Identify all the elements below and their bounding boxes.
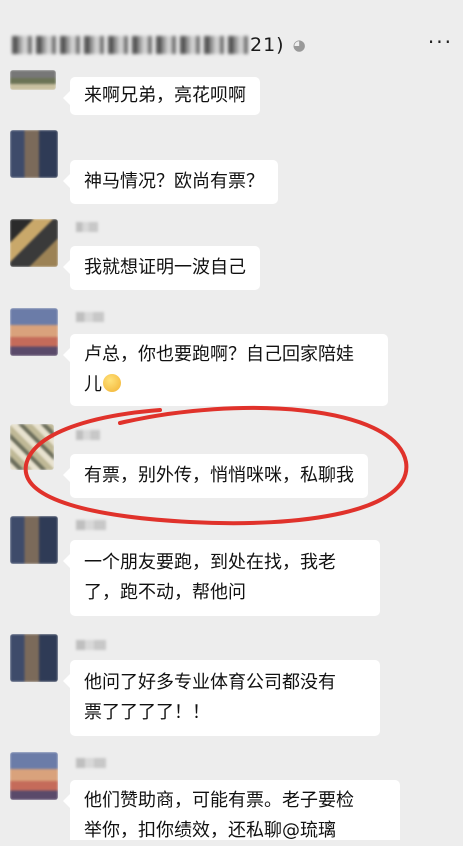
message-text: 卢总，你也要跑啊？自己回家陪娃 [84,344,354,365]
chat-header: 21) ◕ ··· [0,0,463,80]
sender-name [76,640,106,650]
earpiece-icon: ◕ [292,36,307,54]
sender-name [76,520,106,530]
message-bubble[interactable]: 来啊兄弟，亮花呗啊 [63,77,260,115]
message-text: 有票，别外传，悄悄咪咪，私聊我 [84,465,354,486]
message-text-line2: 了，跑不动，帮他问 [84,582,246,603]
message-bubble[interactable]: 有票，别外传，悄悄咪咪，私聊我 [63,454,368,498]
sender-name [76,758,106,768]
message-text: 来啊兄弟，亮花呗啊 [84,85,246,106]
message-bubble[interactable]: 他们赞助商，可能有票。老子要检 举你，扣你绩效，还私聊@琉璃 [63,780,400,841]
message-text: 我就想证明一波自己 [84,257,246,278]
blurred-group-name [12,36,248,54]
message-bubble[interactable]: 我就想证明一波自己 [63,246,260,290]
avatar[interactable] [10,219,58,267]
avatar[interactable] [10,424,54,470]
message-text: 一个朋友要跑，到处在找，我老 [84,552,336,573]
message-bubble[interactable]: 神马情况？欧尚有票？ [63,160,278,204]
message-text-line2: 儿 [84,374,102,395]
message-text: 神马情况？欧尚有票？ [84,171,264,192]
member-count: 21) [250,34,285,56]
message-bubble[interactable]: 他问了好多专业体育公司都没有 票了了了了！！ [63,660,380,736]
avatar[interactable] [10,308,58,356]
more-options-button[interactable]: ··· [428,30,453,54]
avatar[interactable] [10,752,58,800]
message-text-line2: 票了了了了！！ [84,702,210,723]
chat-title: 21) ◕ [12,34,307,56]
avatar[interactable] [10,130,58,178]
message-text: 他们赞助商，可能有票。老子要检 [84,790,354,811]
sender-name [76,312,104,322]
message-text-line2: 举你，扣你绩效，还私聊@琉璃 [84,820,336,841]
smile-emoji-icon [103,374,121,392]
message-bubble[interactable]: 一个朋友要跑，到处在找，我老 了，跑不动，帮他问 [63,540,380,616]
avatar[interactable] [10,516,58,564]
message-text: 他问了好多专业体育公司都没有 [84,672,336,693]
avatar[interactable] [10,634,58,682]
avatar[interactable] [10,70,56,90]
sender-name [76,430,100,440]
message-bubble[interactable]: 卢总，你也要跑啊？自己回家陪娃 儿 [63,334,388,406]
sender-name [76,222,98,232]
